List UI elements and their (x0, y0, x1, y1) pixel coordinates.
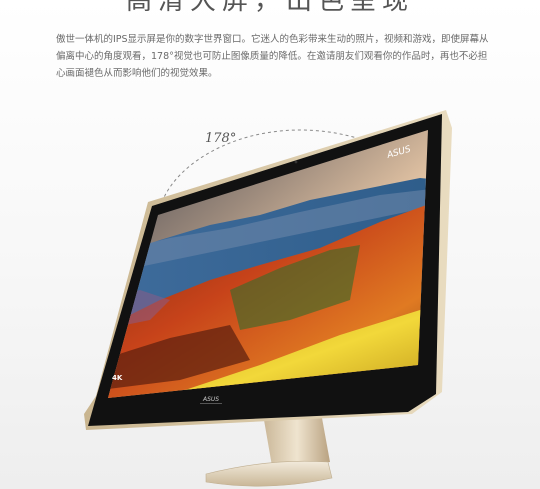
product-illustration: 178° ASUS 4K ASUS (84, 110, 452, 487)
screen-badge: 4K (112, 374, 123, 382)
monitor-stand-base (205, 460, 333, 487)
viewing-angle-label: 178° (205, 131, 236, 146)
monitor-screen (108, 130, 428, 398)
monitor-stand-neck (264, 418, 330, 466)
bezel-logo-underline (200, 403, 222, 404)
webcam-dot (294, 160, 298, 164)
bezel-logo: ASUS (202, 396, 219, 403)
